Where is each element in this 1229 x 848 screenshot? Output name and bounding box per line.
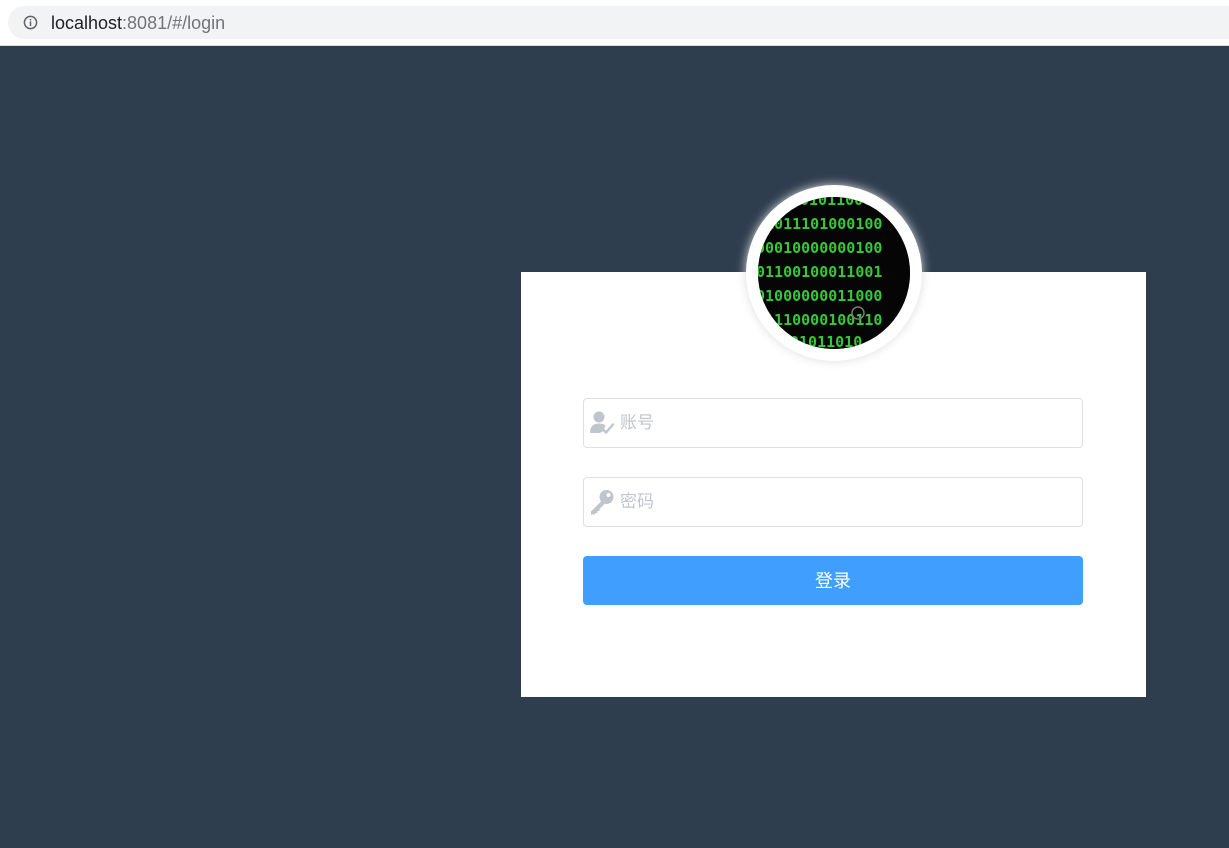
username-field[interactable] [583, 398, 1083, 448]
user-check-icon [590, 411, 615, 434]
avatar: 0101100010 01011101000100 00010000000100… [746, 185, 922, 361]
password-field[interactable] [583, 477, 1083, 527]
address-bar[interactable]: localhost:8081/#/login [8, 6, 1229, 39]
url-path: :8081/#/login [122, 13, 226, 33]
browser-toolbar: localhost:8081/#/login [0, 0, 1229, 46]
binary-row: 00010000000100 [758, 239, 882, 257]
binary-code-graphic: 0101100010 01011101000100 00010000000100… [758, 197, 910, 349]
binary-code-avatar-image: 0101100010 01011101000100 00010000000100… [758, 197, 910, 349]
binary-row: 0101100010 [800, 197, 890, 209]
binary-row: 01011010 [790, 333, 862, 349]
url-host: localhost [51, 13, 123, 33]
binary-row: 01000000011000 [758, 287, 882, 305]
password-input[interactable] [620, 478, 1070, 526]
username-input[interactable] [620, 399, 1070, 447]
binary-row: 01011101000100 [758, 215, 882, 233]
key-icon [591, 490, 614, 515]
login-page: 登录 0101100010 01011101000100 00010000000… [0, 46, 1229, 848]
login-button[interactable]: 登录 [583, 556, 1083, 605]
binary-row: 01100100011001 [758, 263, 882, 281]
info-circle-icon[interactable] [23, 15, 38, 30]
url-text[interactable]: localhost:8081/#/login [51, 12, 225, 34]
